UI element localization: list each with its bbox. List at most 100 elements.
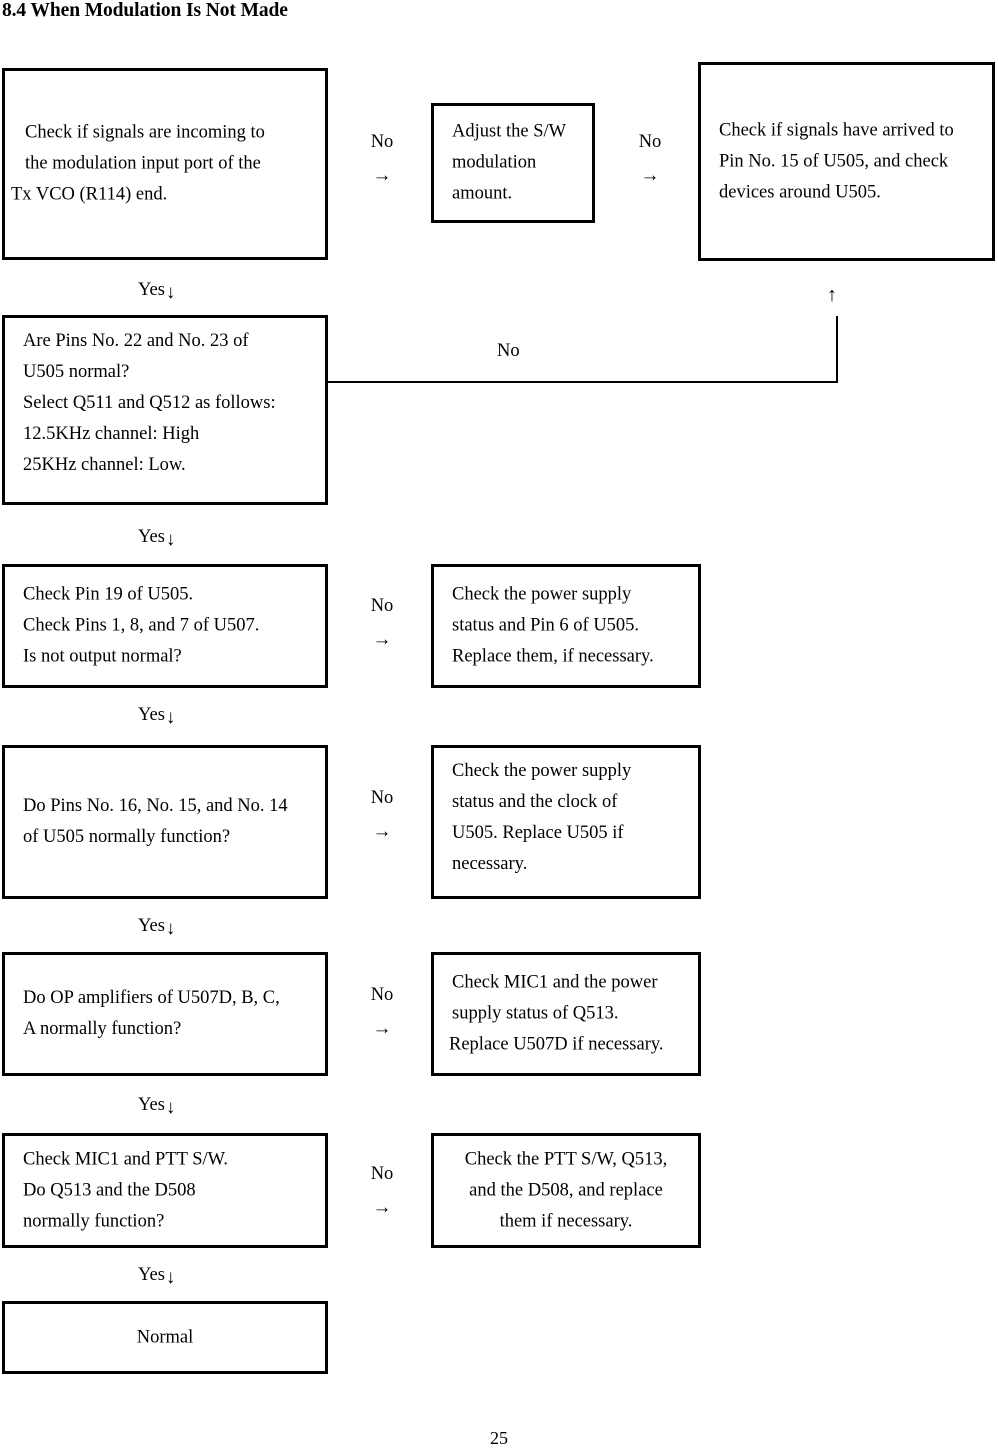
- down-arrow-icon: ↓: [165, 707, 176, 728]
- box-line: them if necessary.: [499, 1211, 633, 1231]
- box-line: modulation: [452, 152, 537, 173]
- flowchart-box-power-supply-clock-u505: Check the power supply status and the cl…: [431, 745, 701, 899]
- box-line: of U505 normally function?: [23, 827, 231, 847]
- box-line: Replace U507D if necessary.: [449, 1034, 664, 1055]
- box-text: Adjust the S/W modulation amount.: [434, 117, 592, 210]
- box-text: Do OP amplifiers of U507D, B, C, A norma…: [5, 983, 325, 1045]
- box-line: Check the power supply: [452, 761, 632, 781]
- flowchart-box-normal: Normal: [2, 1301, 328, 1374]
- box-line: devices around U505.: [719, 182, 881, 202]
- box-text: Are Pins No. 22 and No. 23 of U505 norma…: [5, 326, 325, 481]
- box-text: Check MIC1 and PTT S/W. Do Q513 and the …: [5, 1144, 325, 1237]
- right-arrow-icon: →: [372, 628, 392, 650]
- box-line: 25KHz channel: Low.: [23, 455, 186, 475]
- connector-no-row1a: No →: [362, 133, 402, 185]
- connector-yes-row1: Yes↓: [138, 281, 175, 302]
- connector-no-row1b: No →: [630, 133, 670, 185]
- flowchart-box-mic1-q513-power: Check MIC1 and the power supply status o…: [431, 952, 701, 1076]
- yes-label-text: Yes: [138, 1095, 165, 1115]
- box-line: Adjust the S/W: [452, 121, 567, 142]
- box-line: Check if signals have arrived to: [719, 120, 954, 140]
- feedback-loop-vertical-line: [836, 316, 838, 382]
- box-text: Check Pin 19 of U505. Check Pins 1, 8, a…: [5, 580, 325, 673]
- box-line: supply status of Q513.: [452, 1003, 619, 1024]
- connector-no-row5: No →: [362, 986, 402, 1038]
- connector-yes-row5: Yes↓: [138, 1096, 175, 1117]
- connector-yes-row2: Yes↓: [138, 528, 175, 549]
- box-line: status and the clock of: [452, 792, 618, 812]
- box-line: Tx VCO (R114) end.: [11, 184, 168, 205]
- box-line: Check the PTT S/W, Q513,: [464, 1149, 668, 1169]
- box-line: Check MIC1 and PTT S/W.: [23, 1149, 229, 1169]
- box-line: Pin No. 15 of U505, and check: [719, 151, 949, 171]
- box-line: U505 normal?: [23, 362, 130, 382]
- flowchart-box-ptt-q513-d508-replace: Check the PTT S/W, Q513, and the D508, a…: [431, 1133, 701, 1248]
- page-title: 8.4 When Modulation Is Not Made: [2, 0, 288, 21]
- connector-no-row3: No →: [362, 597, 402, 649]
- box-line: status and Pin 6 of U505.: [452, 615, 640, 636]
- flowchart-box-pins-22-23-u505: Are Pins No. 22 and No. 23 of U505 norma…: [2, 315, 328, 505]
- box-text: Check the power supply status and Pin 6 …: [434, 580, 698, 673]
- flowchart-box-check-pin15-u505: Check if signals have arrived to Pin No.…: [698, 62, 995, 261]
- box-line: amount.: [452, 183, 513, 204]
- flowchart-box-check-tx-vco: Check if signals are incoming to the mod…: [2, 68, 328, 260]
- no-label-text: No: [370, 1164, 394, 1184]
- flowchart-box-adjust-sw-modulation: Adjust the S/W modulation amount.: [431, 103, 595, 223]
- no-label-text: No: [370, 596, 394, 616]
- box-line: Do Pins No. 16, No. 15, and No. 14: [23, 796, 288, 816]
- no-label-text: No: [370, 132, 394, 152]
- box-line: Do OP amplifiers of U507D, B, C,: [23, 988, 280, 1008]
- box-line: U505. Replace U505 if: [452, 823, 624, 843]
- right-arrow-icon: →: [372, 1017, 392, 1039]
- box-line: and the D508, and replace: [469, 1180, 663, 1200]
- box-line: normally function?: [23, 1211, 165, 1231]
- box-text: Check if signals are incoming to the mod…: [5, 118, 325, 211]
- box-line: Check if signals are incoming to: [25, 122, 265, 143]
- right-arrow-icon: →: [372, 1196, 392, 1218]
- yes-label-text: Yes: [138, 916, 165, 936]
- connector-yes-row4: Yes↓: [138, 917, 175, 938]
- yes-label-text: Yes: [138, 705, 165, 725]
- box-line: Check MIC1 and the power: [452, 972, 658, 993]
- right-arrow-icon: →: [372, 820, 392, 842]
- right-arrow-icon: →: [640, 164, 660, 186]
- box-line: Replace them, if necessary.: [452, 646, 654, 667]
- box-line: Check Pin 19 of U505.: [23, 584, 194, 605]
- feedback-loop-horizontal-line: [328, 381, 838, 383]
- down-arrow-icon: ↓: [165, 1097, 176, 1118]
- box-text: Check if signals have arrived to Pin No.…: [701, 115, 992, 208]
- box-line: Is not output normal?: [23, 646, 182, 667]
- flowchart-box-pins-16-15-14-u505: Do Pins No. 16, No. 15, and No. 14 of U5…: [2, 745, 328, 899]
- yes-label-text: Yes: [138, 280, 165, 300]
- box-text: Check the power supply status and the cl…: [434, 756, 698, 880]
- box-text: Do Pins No. 16, No. 15, and No. 14 of U5…: [5, 791, 325, 853]
- down-arrow-icon: ↓: [165, 529, 176, 550]
- flowchart-box-mic1-ptt-switch: Check MIC1 and PTT S/W. Do Q513 and the …: [2, 1133, 328, 1248]
- box-text: Normal: [5, 1322, 325, 1353]
- yes-label-text: Yes: [138, 1265, 165, 1285]
- no-label-text: No: [370, 788, 394, 808]
- down-arrow-icon: ↓: [165, 918, 176, 939]
- box-line: the modulation input port of the: [25, 153, 261, 174]
- box-line: Check the power supply: [452, 584, 632, 605]
- box-text: Check MIC1 and the power supply status o…: [434, 968, 698, 1061]
- feedback-loop-up-arrow-icon: ↑: [827, 284, 837, 306]
- box-line: necessary.: [452, 854, 528, 874]
- box-line: Normal: [136, 1327, 194, 1347]
- down-arrow-icon: ↓: [165, 1267, 176, 1288]
- connector-no-feedback-loop: No: [497, 341, 520, 361]
- connector-yes-row6: Yes↓: [138, 1266, 175, 1287]
- flowchart-box-power-supply-pin6: Check the power supply status and Pin 6 …: [431, 564, 701, 688]
- box-line: A normally function?: [23, 1019, 182, 1039]
- box-line: 12.5KHz channel: High: [23, 424, 200, 444]
- box-text: Check the PTT S/W, Q513, and the D508, a…: [434, 1144, 698, 1237]
- box-line: Select Q511 and Q512 as follows:: [23, 393, 276, 413]
- flowchart-box-op-amplifiers-u507: Do OP amplifiers of U507D, B, C, A norma…: [2, 952, 328, 1076]
- box-line: Do Q513 and the D508: [23, 1180, 196, 1200]
- yes-label-text: Yes: [138, 527, 165, 547]
- down-arrow-icon: ↓: [165, 282, 176, 303]
- flowchart-box-check-pin19-u505: Check Pin 19 of U505. Check Pins 1, 8, a…: [2, 564, 328, 688]
- no-label-text: No: [370, 985, 394, 1005]
- connector-yes-row3: Yes↓: [138, 706, 175, 727]
- right-arrow-icon: →: [372, 164, 392, 186]
